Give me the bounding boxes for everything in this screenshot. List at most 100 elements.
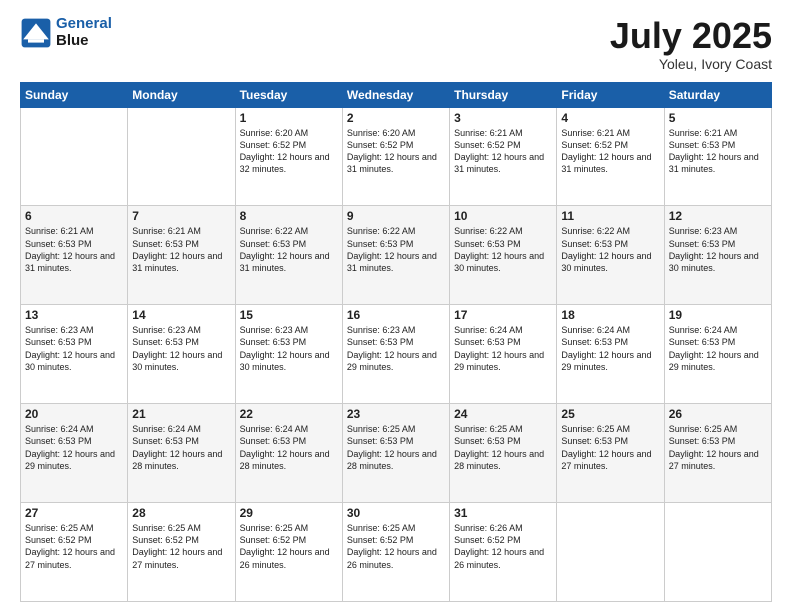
calendar-day: 19 Sunrise: 6:24 AM Sunset: 6:53 PM Dayli… <box>664 305 771 404</box>
day-number: 27 <box>25 506 123 520</box>
month-title: July 2025 <box>610 16 772 56</box>
day-number: 5 <box>669 111 767 125</box>
day-number: 22 <box>240 407 338 421</box>
day-info: Sunrise: 6:24 AM Sunset: 6:53 PM Dayligh… <box>25 423 123 472</box>
day-number: 28 <box>132 506 230 520</box>
calendar-day: 7Sunrise: 6:21 AM Sunset: 6:53 PM Daylig… <box>128 206 235 305</box>
calendar-day <box>557 503 664 602</box>
day-header-thursday: Thursday <box>450 82 557 107</box>
day-number: 16 <box>347 308 445 322</box>
calendar-week-row: 13 Sunrise: 6:23 AM Sunset: 6:53 PM Dayli… <box>21 305 772 404</box>
day-number: 29 <box>240 506 338 520</box>
calendar-day: 25 Sunrise: 6:25 AM Sunset: 6:53 PM Dayli… <box>557 404 664 503</box>
calendar-day: 10Sunrise: 6:22 AM Sunset: 6:53 PM Dayli… <box>450 206 557 305</box>
calendar-table: SundayMondayTuesdayWednesdayThursdayFrid… <box>20 82 772 602</box>
calendar-day: 30Sunrise: 6:25 AM Sunset: 6:52 PM Dayli… <box>342 503 449 602</box>
day-header-sunday: Sunday <box>21 82 128 107</box>
calendar-day <box>664 503 771 602</box>
calendar-day: 8 Sunrise: 6:22 AM Sunset: 6:53 PM Daylig… <box>235 206 342 305</box>
day-number: 8 <box>240 209 338 223</box>
day-info: Sunrise: 6:23 AM Sunset: 6:53 PM Dayligh… <box>347 324 445 373</box>
header: General Blue July 2025 Yoleu, Ivory Coas… <box>20 16 772 72</box>
day-info: Sunrise: 6:23 AM Sunset: 6:53 PM Dayligh… <box>669 225 767 274</box>
calendar-day: 27 Sunrise: 6:25 AM Sunset: 6:52 PM Dayli… <box>21 503 128 602</box>
day-info: Sunrise: 6:22 AM Sunset: 6:53 PM Dayligh… <box>347 225 445 274</box>
day-number: 9 <box>347 209 445 223</box>
day-info: Sunrise: 6:22 AM Sunset: 6:53 PM Dayligh… <box>240 225 338 274</box>
day-header-friday: Friday <box>557 82 664 107</box>
day-number: 10 <box>454 209 552 223</box>
calendar-day: 6 Sunrise: 6:21 AM Sunset: 6:53 PM Daylig… <box>21 206 128 305</box>
day-info: Sunrise: 6:23 AM Sunset: 6:53 PM Dayligh… <box>132 324 230 373</box>
day-number: 26 <box>669 407 767 421</box>
day-info: Sunrise: 6:23 AM Sunset: 6:53 PM Dayligh… <box>25 324 123 373</box>
day-number: 2 <box>347 111 445 125</box>
day-number: 23 <box>347 407 445 421</box>
title-block: July 2025 Yoleu, Ivory Coast <box>610 16 772 72</box>
day-info: Sunrise: 6:21 AM Sunset: 6:53 PM Dayligh… <box>669 127 767 176</box>
calendar-day: 22 Sunrise: 6:24 AM Sunset: 6:53 PM Dayli… <box>235 404 342 503</box>
logo-text: General Blue <box>56 16 112 49</box>
day-info: Sunrise: 6:25 AM Sunset: 6:52 PM Dayligh… <box>132 522 230 571</box>
day-info: Sunrise: 6:21 AM Sunset: 6:53 PM Dayligh… <box>25 225 123 274</box>
calendar-day: 18Sunrise: 6:24 AM Sunset: 6:53 PM Dayli… <box>557 305 664 404</box>
calendar-day: 11 Sunrise: 6:22 AM Sunset: 6:53 PM Dayli… <box>557 206 664 305</box>
day-header-wednesday: Wednesday <box>342 82 449 107</box>
calendar-day: 31Sunrise: 6:26 AM Sunset: 6:52 PM Dayli… <box>450 503 557 602</box>
calendar-day: 12Sunrise: 6:23 AM Sunset: 6:53 PM Dayli… <box>664 206 771 305</box>
day-number: 21 <box>132 407 230 421</box>
calendar-day: 3 Sunrise: 6:21 AM Sunset: 6:52 PM Daylig… <box>450 107 557 206</box>
day-info: Sunrise: 6:24 AM Sunset: 6:53 PM Dayligh… <box>240 423 338 472</box>
day-number: 3 <box>454 111 552 125</box>
day-info: Sunrise: 6:21 AM Sunset: 6:52 PM Dayligh… <box>561 127 659 176</box>
calendar-day <box>21 107 128 206</box>
day-info: Sunrise: 6:21 AM Sunset: 6:52 PM Dayligh… <box>454 127 552 176</box>
calendar-day: 20Sunrise: 6:24 AM Sunset: 6:53 PM Dayli… <box>21 404 128 503</box>
day-header-monday: Monday <box>128 82 235 107</box>
day-number: 25 <box>561 407 659 421</box>
day-info: Sunrise: 6:25 AM Sunset: 6:53 PM Dayligh… <box>454 423 552 472</box>
calendar-day <box>128 107 235 206</box>
page: General Blue July 2025 Yoleu, Ivory Coas… <box>0 0 792 612</box>
day-info: Sunrise: 6:25 AM Sunset: 6:53 PM Dayligh… <box>669 423 767 472</box>
day-info: Sunrise: 6:24 AM Sunset: 6:53 PM Dayligh… <box>132 423 230 472</box>
calendar-day: 21 Sunrise: 6:24 AM Sunset: 6:53 PM Dayli… <box>128 404 235 503</box>
day-info: Sunrise: 6:25 AM Sunset: 6:52 PM Dayligh… <box>240 522 338 571</box>
calendar-day: 17 Sunrise: 6:24 AM Sunset: 6:53 PM Dayli… <box>450 305 557 404</box>
day-info: Sunrise: 6:25 AM Sunset: 6:52 PM Dayligh… <box>25 522 123 571</box>
calendar-day: 14 Sunrise: 6:23 AM Sunset: 6:53 PM Dayli… <box>128 305 235 404</box>
calendar-day: 23Sunrise: 6:25 AM Sunset: 6:53 PM Dayli… <box>342 404 449 503</box>
day-number: 7 <box>132 209 230 223</box>
day-number: 19 <box>669 308 767 322</box>
day-number: 13 <box>25 308 123 322</box>
day-number: 4 <box>561 111 659 125</box>
day-info: Sunrise: 6:24 AM Sunset: 6:53 PM Dayligh… <box>669 324 767 373</box>
day-number: 15 <box>240 308 338 322</box>
logo: General Blue <box>20 16 112 49</box>
day-info: Sunrise: 6:23 AM Sunset: 6:53 PM Dayligh… <box>240 324 338 373</box>
day-number: 6 <box>25 209 123 223</box>
day-info: Sunrise: 6:25 AM Sunset: 6:52 PM Dayligh… <box>347 522 445 571</box>
day-number: 24 <box>454 407 552 421</box>
calendar-week-row: 6 Sunrise: 6:21 AM Sunset: 6:53 PM Daylig… <box>21 206 772 305</box>
calendar-week-row: 20Sunrise: 6:24 AM Sunset: 6:53 PM Dayli… <box>21 404 772 503</box>
day-info: Sunrise: 6:22 AM Sunset: 6:53 PM Dayligh… <box>561 225 659 274</box>
calendar-day: 29 Sunrise: 6:25 AM Sunset: 6:52 PM Dayli… <box>235 503 342 602</box>
day-number: 14 <box>132 308 230 322</box>
day-number: 11 <box>561 209 659 223</box>
day-info: Sunrise: 6:26 AM Sunset: 6:52 PM Dayligh… <box>454 522 552 571</box>
calendar-day: 28 Sunrise: 6:25 AM Sunset: 6:52 PM Dayli… <box>128 503 235 602</box>
calendar-week-row: 1Sunrise: 6:20 AM Sunset: 6:52 PM Daylig… <box>21 107 772 206</box>
day-info: Sunrise: 6:25 AM Sunset: 6:53 PM Dayligh… <box>561 423 659 472</box>
day-header-saturday: Saturday <box>664 82 771 107</box>
calendar-day: 9 Sunrise: 6:22 AM Sunset: 6:53 PM Daylig… <box>342 206 449 305</box>
calendar-week-row: 27 Sunrise: 6:25 AM Sunset: 6:52 PM Dayli… <box>21 503 772 602</box>
location: Yoleu, Ivory Coast <box>610 56 772 72</box>
day-number: 1 <box>240 111 338 125</box>
day-info: Sunrise: 6:24 AM Sunset: 6:53 PM Dayligh… <box>454 324 552 373</box>
calendar-day: 15 Sunrise: 6:23 AM Sunset: 6:53 PM Dayli… <box>235 305 342 404</box>
day-number: 17 <box>454 308 552 322</box>
day-header-tuesday: Tuesday <box>235 82 342 107</box>
calendar-day: 1Sunrise: 6:20 AM Sunset: 6:52 PM Daylig… <box>235 107 342 206</box>
calendar-day: 4 Sunrise: 6:21 AM Sunset: 6:52 PM Daylig… <box>557 107 664 206</box>
